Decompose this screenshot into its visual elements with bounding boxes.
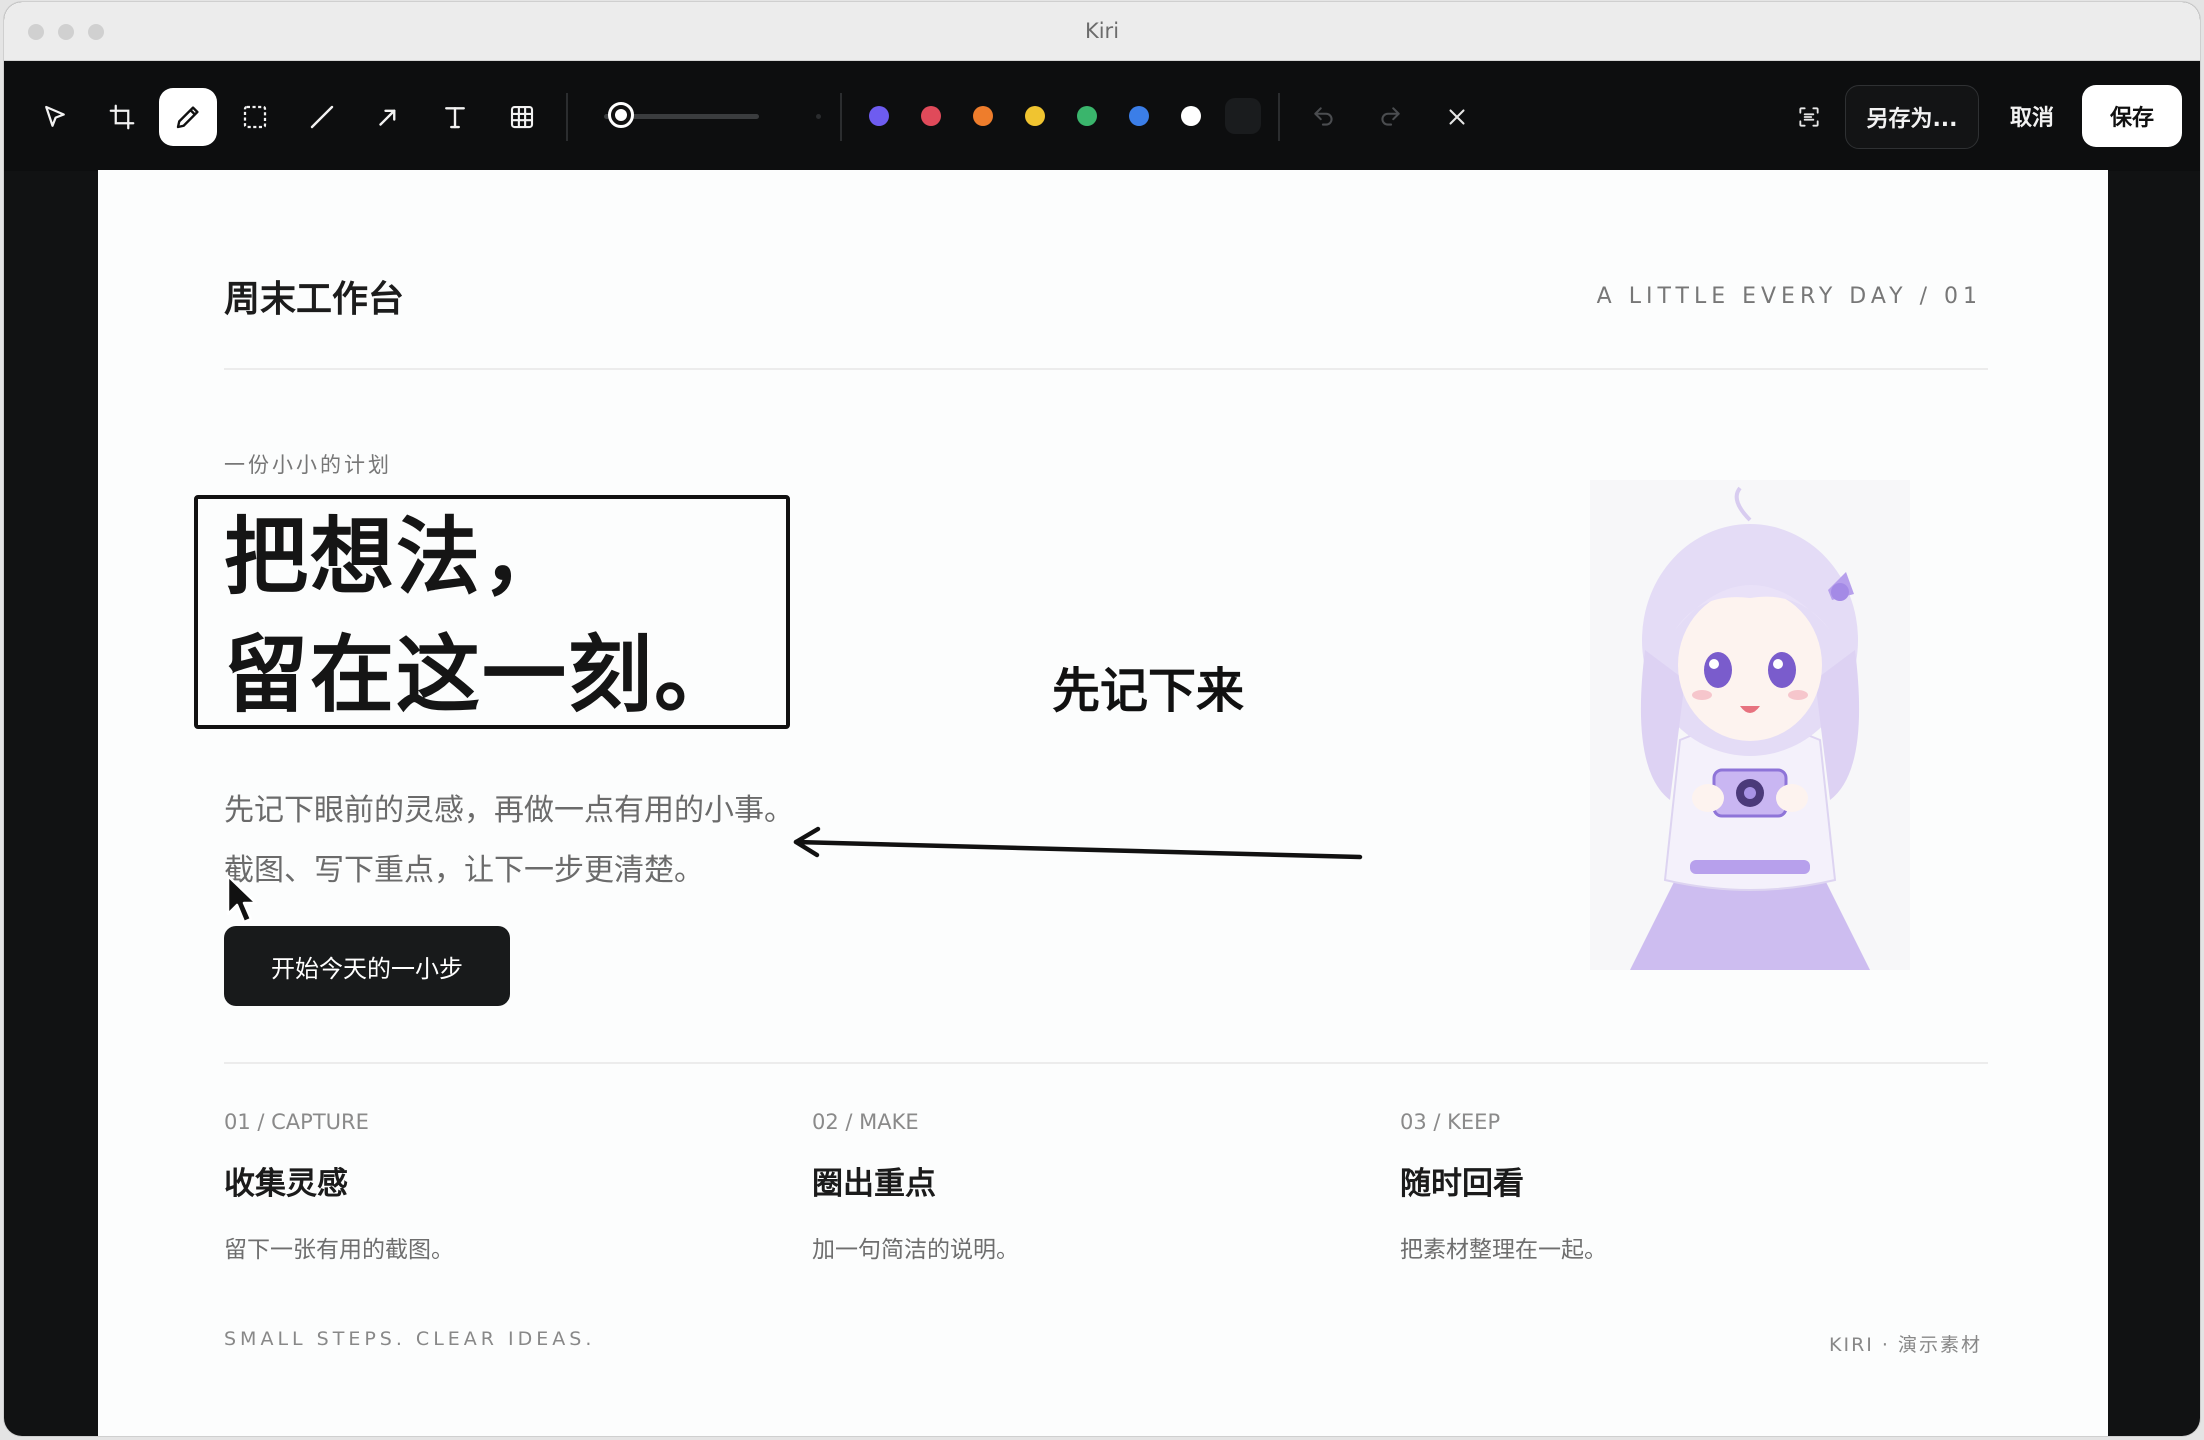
color-swatch[interactable]	[1129, 106, 1149, 126]
redo-icon	[1381, 107, 1400, 126]
card-1-number: 01 / CAPTURE	[224, 1110, 369, 1134]
clear-annotations-button[interactable]	[1428, 88, 1486, 146]
color-swatch[interactable]	[1181, 106, 1201, 126]
pencil-icon	[176, 106, 199, 129]
intro-paragraph-line-1: 先记下眼前的灵感，再做一点有用的小事。	[224, 793, 794, 828]
mosaic-tool-button[interactable]	[493, 88, 551, 146]
close-icon	[1449, 109, 1465, 125]
intro-paragraph-line-2: 截图、写下重点，让下一步更清楚。	[224, 853, 704, 888]
brand-title: 周末工作台	[224, 279, 405, 320]
footer-motto: SMALL STEPS. CLEAR IDEAS.	[224, 1328, 596, 1350]
save-button[interactable]: 保存	[2082, 85, 2182, 147]
pen-tool-button[interactable]	[159, 88, 217, 146]
stroke-size-slider-thumb[interactable]	[607, 102, 634, 128]
title-bar: Kiri	[4, 2, 2200, 61]
select-tool-button[interactable]	[26, 88, 84, 146]
color-swatch[interactable]	[1025, 106, 1045, 126]
arrow-annotation[interactable]	[788, 810, 1368, 880]
color-swatch[interactable]	[1077, 106, 1097, 126]
text-annotation[interactable]: 先记下来	[1052, 651, 1244, 721]
arrow-tool-button[interactable]	[359, 88, 417, 146]
card-2-number: 02 / MAKE	[812, 1110, 919, 1134]
color-swatch[interactable]	[973, 106, 993, 126]
cursor-icon	[45, 105, 65, 127]
undo-button[interactable]	[1295, 88, 1353, 146]
annotation-toolbar: 另存为... 取消 保存	[4, 61, 2200, 171]
redo-button[interactable]	[1361, 88, 1419, 146]
card-3-number: 03 / KEEP	[1400, 1110, 1501, 1134]
text-icon	[445, 107, 465, 129]
save-as-button[interactable]: 另存为...	[1845, 85, 1979, 149]
header-divider	[224, 368, 1988, 370]
eyebrow-text: 一份小小的计划	[224, 453, 392, 477]
card-2-title: 圈出重点	[812, 1166, 936, 1202]
anime-girl-illustration	[1590, 480, 1910, 970]
grid-icon	[510, 105, 534, 129]
color-swatch[interactable]	[921, 106, 941, 126]
section-divider	[224, 1062, 1988, 1064]
color-swatch[interactable]	[1225, 98, 1261, 134]
toolbar-divider	[1278, 93, 1280, 141]
stroke-size-max-marker	[816, 114, 821, 119]
footer-credit: KIRI · 演示素材	[1829, 1334, 1982, 1356]
mouse-pointer-icon	[226, 874, 258, 924]
tagline: A LITTLE EVERY DAY / 01	[1596, 284, 1982, 309]
crop-icon	[109, 104, 135, 130]
card-2-description: 加一句简洁的说明。	[812, 1237, 1019, 1263]
card-1-description: 留下一张有用的截图。	[224, 1237, 454, 1263]
arrow-icon	[379, 109, 396, 126]
text-tool-button[interactable]	[426, 88, 484, 146]
rectangle-tool-button[interactable]	[226, 88, 284, 146]
scan-text-icon	[1799, 107, 1819, 127]
card-1-title: 收集灵感	[224, 1166, 348, 1202]
hero-line-1: 把想法，	[224, 508, 569, 606]
toolbar-divider	[840, 93, 842, 141]
line-icon	[310, 105, 334, 129]
toolbar-divider	[566, 93, 568, 141]
dashed-rectangle-icon	[243, 105, 267, 129]
cancel-button[interactable]: 取消	[1991, 85, 2073, 147]
crop-tool-button[interactable]	[93, 88, 151, 146]
color-swatch[interactable]	[869, 106, 889, 126]
app-window: Kiri 另存为... 取消 保存 周末工作台 A LITTLE EVERY D…	[4, 2, 2200, 1436]
ocr-button[interactable]	[1780, 88, 1838, 146]
line-tool-button[interactable]	[293, 88, 351, 146]
screenshot-canvas[interactable]: 周末工作台 A LITTLE EVERY DAY / 01 一份小小的计划 把想…	[98, 170, 2108, 1436]
undo-icon	[1314, 107, 1333, 126]
start-today-button[interactable]: 开始今天的一小步	[224, 926, 510, 1006]
card-3-title: 随时回看	[1400, 1166, 1524, 1202]
window-title: Kiri	[1084, 19, 1120, 43]
card-3-description: 把素材整理在一起。	[1400, 1237, 1607, 1263]
hero-line-2: 留在这一刻。	[224, 626, 741, 724]
